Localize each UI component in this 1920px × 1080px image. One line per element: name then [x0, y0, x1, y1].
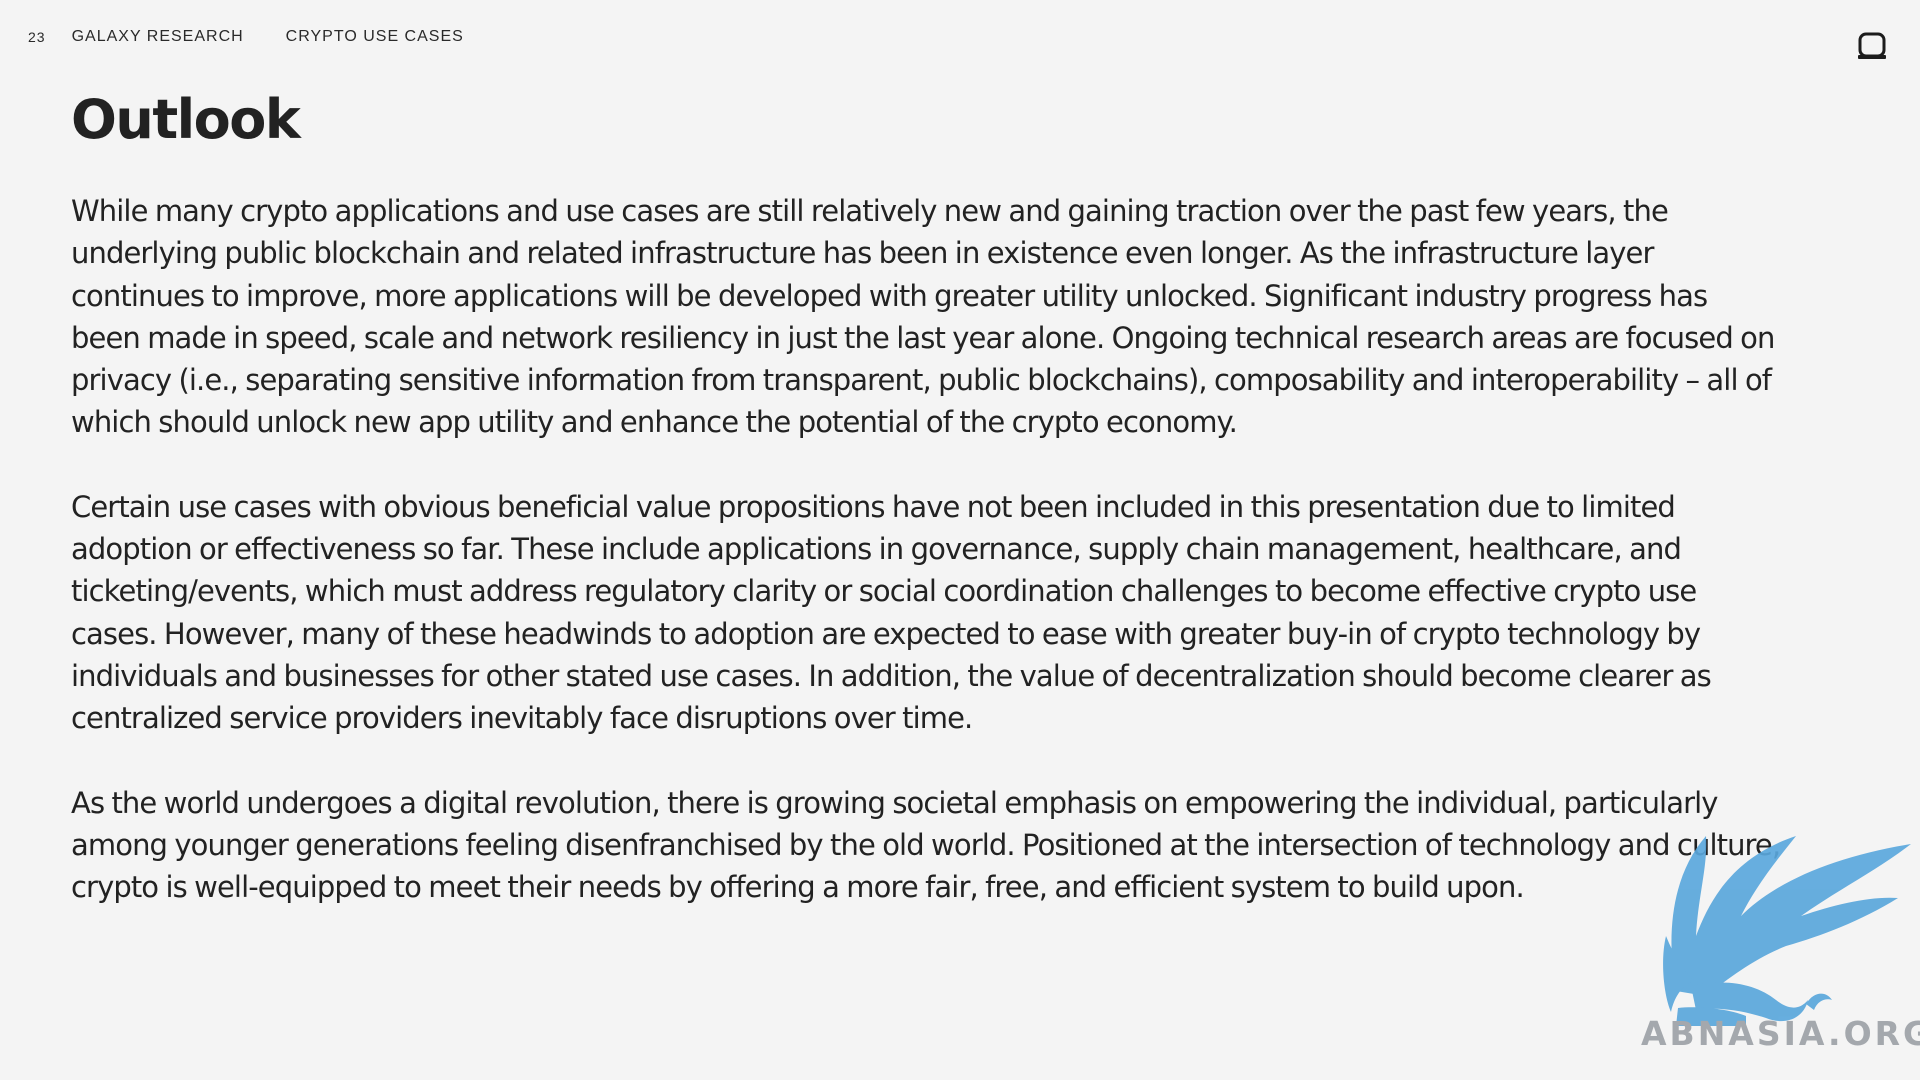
galaxy-logo-icon	[1858, 32, 1886, 59]
page-title: Outlook	[71, 88, 301, 151]
report-header: 23 GALAXY RESEARCH CRYPTO USE CASES	[28, 28, 464, 46]
watermark-label: ABNASIA.ORG	[1641, 1014, 1920, 1053]
section-label: CRYPTO USE CASES	[285, 28, 464, 45]
brand-label: GALAXY RESEARCH	[71, 28, 244, 45]
paragraph-infrastructure: While many crypto applications and use c…	[71, 194, 1775, 440]
paragraph-digital-revolution: As the world undergoes a digital revolut…	[71, 785, 1781, 905]
body-text: While many crypto applications and use c…	[71, 190, 1781, 950]
griffin-icon	[1663, 836, 1911, 1026]
paragraph-use-cases: Certain use cases with obvious beneficia…	[71, 489, 1712, 736]
page-number: 23	[28, 29, 46, 45]
